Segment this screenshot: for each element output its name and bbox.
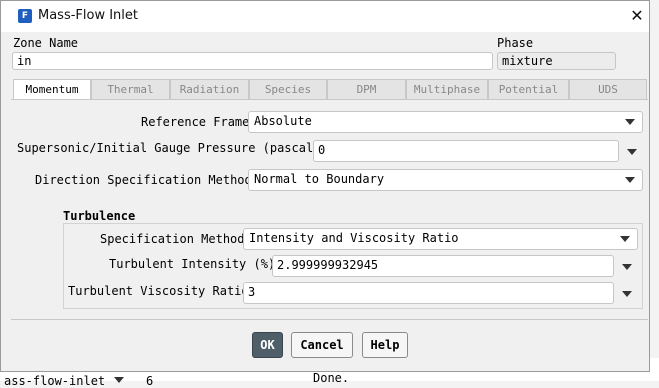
gauge-pressure-label: Supersonic/Initial Gauge Pressure (pasca… [17,141,321,155]
spec-method-value: Intensity and Viscosity Ratio [249,231,459,245]
background-id-cell: 6 [146,374,154,388]
tab-radiation[interactable]: Radiation [170,79,249,100]
dialog-title: Mass-Flow Inlet [38,8,139,23]
tab-multiphase[interactable]: Multiphase [406,79,488,100]
phase-field: mixture [497,52,616,70]
chevron-down-icon [625,177,635,183]
reference-frame-dropdown[interactable]: Absolute [248,111,643,133]
direction-method-label: Direction Specification Method [35,173,252,187]
tab-potential[interactable]: Potential [488,79,569,100]
reference-frame-label: Reference Frame [141,115,250,129]
turbulent-intensity-options-icon[interactable] [622,264,632,270]
ok-button[interactable]: OK [252,332,283,358]
close-icon[interactable]: ✕ [627,6,647,26]
tab-thermal[interactable]: Thermal [91,79,170,100]
turbulence-group-title: Turbulence [63,209,136,223]
turbulent-intensity-input[interactable]: 2.999999932945 [272,255,614,277]
tab-dpm[interactable]: DPM [327,79,406,100]
phase-label: Phase [497,36,534,50]
background-boundary-type: ass-flow-inlet [4,374,106,388]
viscosity-ratio-label: Turbulent Viscosity Ratio [68,284,249,298]
direction-method-dropdown[interactable]: Normal to Boundary [248,169,643,191]
reference-frame-value: Absolute [254,114,312,128]
gauge-pressure-input[interactable]: 0 [313,140,619,162]
tab-momentum[interactable]: Momentum [13,79,91,100]
viscosity-ratio-options-icon[interactable] [622,291,632,297]
cancel-button[interactable]: Cancel [291,332,353,358]
viscosity-ratio-input[interactable]: 3 [243,282,614,304]
spec-method-label: Specification Method [100,232,245,246]
button-separator [11,319,648,320]
fluent-app-icon: F [18,9,32,23]
zone-name-label: Zone Name [13,36,79,50]
background-dropdown-icon [114,377,124,383]
turbulent-intensity-label: Turbulent Intensity (%) [109,257,276,271]
tab-uds[interactable]: UDS [569,79,647,100]
chevron-down-icon [620,236,630,242]
direction-method-value: Normal to Boundary [254,172,385,186]
tab-species[interactable]: Species [249,79,327,100]
chevron-down-icon [625,119,635,125]
console-output: Done. [313,371,350,385]
mass-flow-inlet-dialog: F Mass-Flow Inlet ✕ Zone Name in Phase m… [0,0,650,372]
help-button[interactable]: Help [362,332,408,358]
spec-method-dropdown[interactable]: Intensity and Viscosity Ratio [243,228,638,250]
gauge-pressure-options-icon[interactable] [627,149,637,155]
zone-name-field[interactable]: in [12,52,493,70]
